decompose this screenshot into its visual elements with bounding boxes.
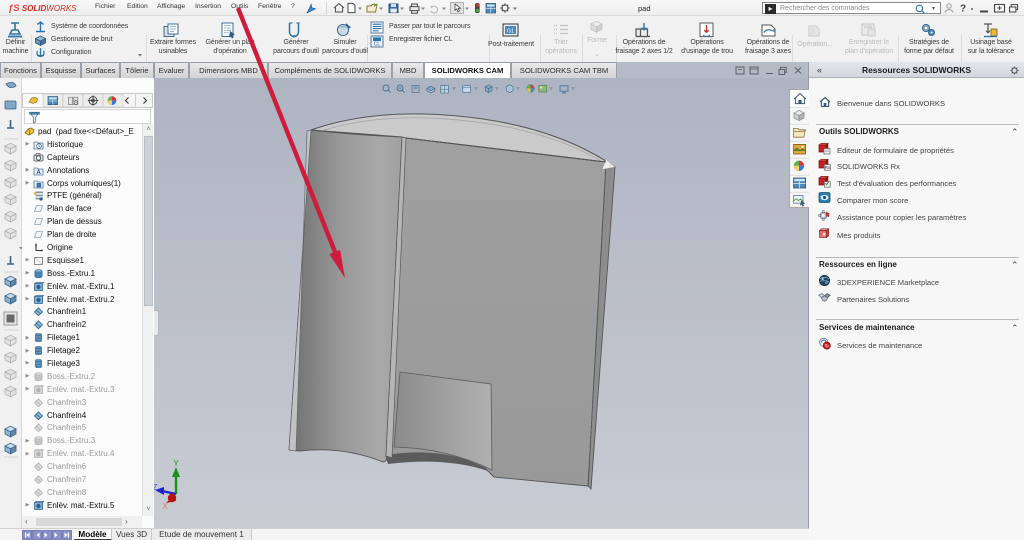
svg-text:X: X <box>162 502 168 511</box>
svg-text:↻: ↻ <box>825 344 829 350</box>
svg-text:Rx: Rx <box>825 165 831 170</box>
svg-text:Y: Y <box>173 459 179 468</box>
svg-text:G1: G1 <box>507 29 514 35</box>
svg-text:Z: Z <box>154 483 158 492</box>
svg-text:?: ? <box>960 4 966 15</box>
